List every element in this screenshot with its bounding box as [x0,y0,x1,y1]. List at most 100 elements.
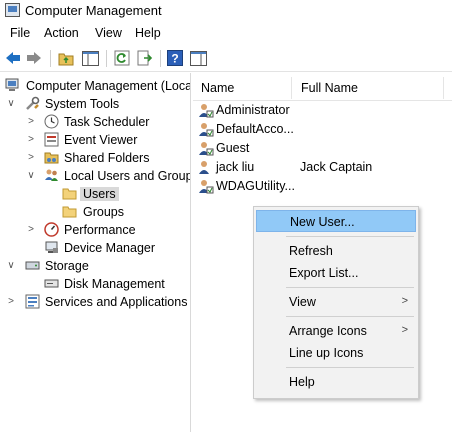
chevron-right-icon[interactable]: > [26,117,36,127]
back-arrow-icon[interactable] [4,49,22,67]
tree-item-shared-folders[interactable]: > Shared Folders [0,149,190,167]
tree-label: Users [80,187,119,201]
menu-item-help[interactable]: Help [256,371,416,393]
tree-label: Event Viewer [64,133,138,147]
export-list-icon[interactable] [136,49,154,67]
computer-management-icon [5,78,20,93]
tree-label: Groups [83,205,124,219]
menu-file[interactable]: File [10,26,30,40]
help-icon[interactable]: ? [166,49,184,67]
column-header-full-name[interactable]: Full Name [301,81,358,95]
shared-folder-icon [44,150,59,165]
tree-item-users[interactable]: Users [0,185,190,203]
tree-item-disk-management[interactable]: Disk Management [0,275,190,293]
menu-item-label: Export List... [289,266,359,280]
forward-arrow-icon[interactable] [25,49,43,67]
menu-separator [286,287,414,288]
list-item[interactable]: Guest [193,139,452,158]
menu-separator [286,236,414,237]
menu-action[interactable]: Action [44,26,79,40]
column-divider[interactable] [291,77,292,99]
menu-separator [286,367,414,368]
chevron-down-icon[interactable]: ∨ [6,261,16,271]
show-hide-tree-icon[interactable] [81,49,99,67]
tree-item-computer-management[interactable]: Computer Management (Local [0,77,191,95]
tree-label: Storage [45,259,89,273]
menu-separator [286,316,414,317]
storage-icon [25,258,40,273]
folder-icon [62,204,77,219]
chevron-down-icon[interactable]: ∨ [26,171,36,181]
menu-item-label: Help [289,375,315,389]
up-folder-icon[interactable] [57,49,75,67]
tree-item-event-viewer[interactable]: > Event Viewer [0,131,190,149]
user-icon [198,178,214,194]
menu-item-arrange-icons[interactable]: Arrange Icons > [256,320,416,342]
tree-label: Performance [64,223,136,237]
menu-view[interactable]: View [95,26,122,40]
menu-item-line-up-icons[interactable]: Line up Icons [256,342,416,364]
chevron-right-icon[interactable]: > [26,153,36,163]
list-item[interactable]: Administrator [193,101,452,120]
menu-help[interactable]: Help [135,26,161,40]
title-bar: Computer Management [0,0,452,22]
tree-item-storage[interactable]: ∨ Storage [0,257,190,275]
services-icon [25,294,40,309]
user-icon [198,140,214,156]
tree-label: Shared Folders [64,151,150,165]
users-groups-icon [44,168,59,183]
chevron-right-icon[interactable]: > [26,225,36,235]
tree-item-device-manager[interactable]: Device Manager [0,239,190,257]
tree-item-services-apps[interactable]: > Services and Applications [0,293,190,311]
tree-label: Local Users and Groups [64,169,191,183]
user-name: Administrator [216,103,290,117]
menu-item-refresh[interactable]: Refresh [256,240,416,262]
menu-bar: File Action View Help [0,22,452,44]
chevron-right-icon: > [401,324,408,336]
menu-item-view[interactable]: View > [256,291,416,313]
toolbar: ? [0,44,452,72]
user-full-name: Jack Captain [300,160,373,174]
tree-item-system-tools[interactable]: ∨ System Tools [0,95,190,113]
menu-item-new-user[interactable]: New User... [256,210,416,232]
menu-item-label: Line up Icons [289,346,364,360]
chevron-right-icon[interactable]: > [26,135,36,145]
chevron-right-icon[interactable]: > [6,297,16,307]
tree-item-groups[interactable]: Groups [0,203,190,221]
toolbar-separator [160,50,161,67]
tree-item-local-users-groups[interactable]: ∨ Local Users and Groups [0,167,191,185]
tree-label: Computer Management (Local [26,79,191,93]
chevron-right-icon: > [401,295,408,307]
list-item[interactable]: WDAGUtility... [193,177,452,196]
tree-item-performance[interactable]: > Performance [0,221,190,239]
tree-label: Services and Applications [45,295,188,309]
tree-label: System Tools [45,97,120,111]
tools-icon [25,96,40,111]
menu-item-label: View [289,295,316,309]
tree-item-task-scheduler[interactable]: > Task Scheduler [0,113,190,131]
menu-item-label: Arrange Icons [289,324,367,338]
refresh-icon[interactable] [113,49,131,67]
tree-label: Disk Management [64,277,165,291]
performance-icon [44,222,59,237]
user-icon [198,121,214,137]
column-header-name[interactable]: Name [201,81,234,95]
list-item[interactable]: DefaultAcco... [193,120,452,139]
disk-management-icon [44,276,59,291]
user-icon [198,102,214,118]
console-tree: Computer Management (Local ∨ System Tool… [0,73,191,432]
chevron-down-icon[interactable]: ∨ [6,99,16,109]
tree-label: Task Scheduler [64,115,150,129]
menu-item-label: Refresh [289,244,333,258]
tree-label: Device Manager [64,241,156,255]
user-name: Guest [216,141,250,155]
user-icon [198,159,214,175]
user-name: WDAGUtility... [216,179,295,193]
window-title: Computer Management [25,3,162,18]
show-action-pane-icon[interactable] [189,49,207,67]
menu-item-export-list[interactable]: Export List... [256,262,416,284]
column-divider[interactable] [443,77,444,99]
list-item[interactable]: jack liu Jack Captain [193,158,452,177]
device-manager-icon [44,240,59,255]
computer-management-icon [5,3,20,17]
